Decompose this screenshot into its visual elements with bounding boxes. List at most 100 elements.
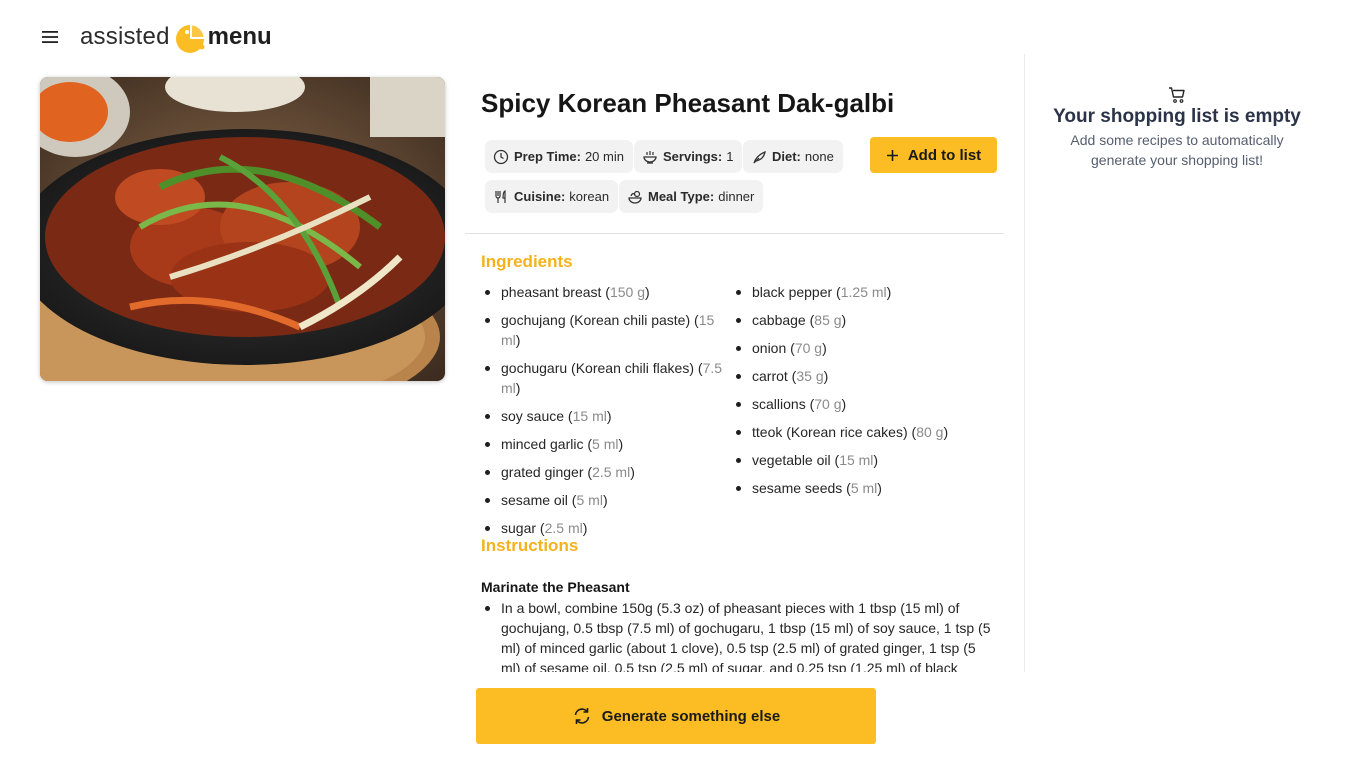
ingredient-item: soy sauce (15 ml) xyxy=(481,406,735,426)
ingredient-item: sugar (2.5 ml) xyxy=(481,518,735,538)
ingredient-amount: 80 g xyxy=(916,424,944,440)
chip-meal-type: Meal Type: dinner xyxy=(619,180,764,213)
ingredient-name: cabbage xyxy=(752,312,806,328)
ingredient-amount-close: ) xyxy=(823,368,829,384)
shopping-list-panel: Your shopping list is empty Add some rec… xyxy=(1026,86,1328,170)
chip-prep-time: Prep Time: 20 min xyxy=(485,140,633,173)
ingredient-name: tteok (Korean rice cakes) xyxy=(752,424,908,440)
plus-icon xyxy=(886,149,898,161)
ingredient-amount-close: ) xyxy=(630,464,635,480)
shopping-empty-subtitle: Add some recipes to automatically genera… xyxy=(1070,132,1284,168)
ingredients-list-1: pheasant breast (150 g) gochujang (Korean… xyxy=(481,282,735,546)
chip-cuisine: Cuisine: korean xyxy=(485,180,619,213)
ingredient-amount-close: ) xyxy=(515,332,521,348)
ingredient-amount-open: ( xyxy=(805,396,815,412)
ingredient-amount-close: ) xyxy=(515,380,521,396)
add-to-list-label: Add to list xyxy=(907,146,982,164)
ingredient-amount: 15 ml xyxy=(572,408,607,424)
ingredient-amount: 5 ml xyxy=(592,436,619,452)
ingredient-item: tteok (Korean rice cakes) (80 g) xyxy=(732,422,992,442)
ingredient-amount-open: ( xyxy=(601,284,610,300)
chip-servings-label: Servings: xyxy=(663,149,723,164)
ingredient-amount-open: ( xyxy=(690,312,699,328)
ingredient-amount-close: ) xyxy=(873,452,879,468)
chip-prep-label: Prep Time: xyxy=(514,149,581,164)
ingredient-amount: 1.25 ml xyxy=(840,284,887,300)
ingredient-amount-close: ) xyxy=(606,408,612,424)
ingredient-name: sugar xyxy=(501,520,537,536)
ingredient-amount-close: ) xyxy=(886,284,892,300)
ingredient-amount-open: ( xyxy=(694,360,703,376)
step-title: Marinate the Pheasant xyxy=(481,579,630,595)
chip-diet-label: Diet: xyxy=(772,149,801,164)
ingredient-item: gochujang (Korean chili paste) (15 ml) xyxy=(481,310,735,350)
ingredient-amount-close: ) xyxy=(841,312,847,328)
ingredients-list-2: black pepper (1.25 ml) cabbage (85 g) onio… xyxy=(732,282,992,506)
generate-something-else-button[interactable]: Generate something else xyxy=(476,688,876,744)
ingredient-item: sesame seeds (5 ml) xyxy=(732,478,992,498)
ingredient-name: black pepper xyxy=(752,284,833,300)
instructions-heading: Instructions xyxy=(481,536,579,555)
ingredient-amount: 70 g xyxy=(794,340,823,356)
ingredient-amount-open: ( xyxy=(786,340,795,356)
meal-icon xyxy=(628,190,642,204)
sidebar-divider xyxy=(1024,54,1025,672)
ingredient-name: minced garlic xyxy=(501,436,584,452)
ingredient-item: gochugaru (Korean chili flakes) (7.5 ml) xyxy=(481,358,735,398)
ingredient-amount: 85 g xyxy=(814,312,842,328)
ingredient-amount-close: ) xyxy=(841,396,847,412)
chip-cuisine-label: Cuisine: xyxy=(514,189,566,204)
logo-mark-icon xyxy=(175,25,205,53)
ingredient-item: minced garlic (5 ml) xyxy=(481,434,735,454)
ingredient-item: black pepper (1.25 ml) xyxy=(732,282,992,302)
chip-diet-value: none xyxy=(804,149,834,164)
header: assisted menu xyxy=(0,0,1352,72)
recipe-details: Spicy Korean Pheasant Dak-galbi Prep Tim… xyxy=(465,76,1005,672)
ingredient-amount-open: ( xyxy=(536,520,545,536)
ingredient-item: grated ginger (2.5 ml) xyxy=(481,462,735,482)
ingredient-name: scallions xyxy=(752,396,806,412)
ingredient-item: scallions (70 g) xyxy=(732,394,992,414)
ingredient-amount: 2.5 ml xyxy=(592,464,631,480)
leaf-icon xyxy=(753,150,766,163)
ingredient-amount: 35 g xyxy=(796,368,824,384)
clock-icon xyxy=(493,149,509,164)
logo[interactable]: assisted menu xyxy=(80,20,272,54)
cart-icon xyxy=(1169,87,1185,103)
ingredient-name: soy sauce xyxy=(501,408,565,424)
ingredient-amount-open: ( xyxy=(842,480,851,496)
ingredient-amount: 2.5 ml xyxy=(544,520,583,536)
shopping-empty-title: Your shopping list is empty xyxy=(1053,106,1301,127)
add-to-list-button[interactable]: Add to list xyxy=(870,137,997,173)
ingredient-amount-close: ) xyxy=(943,424,949,440)
logo-text-menu: menu xyxy=(207,23,272,50)
ingredient-amount: 5 ml xyxy=(576,492,603,508)
ingredient-name: sesame seeds xyxy=(752,480,843,496)
ingredient-name: grated ginger xyxy=(501,464,584,480)
ingredient-item: vegetable oil (15 ml) xyxy=(732,450,992,470)
ingredient-name: carrot xyxy=(752,368,788,384)
ingredient-amount-open: ( xyxy=(583,464,593,480)
recipe-title: Spicy Korean Pheasant Dak-galbi xyxy=(481,88,895,118)
divider xyxy=(465,233,1004,234)
ingredient-amount-open: ( xyxy=(832,284,841,300)
logo-text-assisted: assisted xyxy=(80,23,170,50)
ingredient-amount-open: ( xyxy=(830,452,840,468)
chip-diet: Diet: none xyxy=(743,140,843,173)
ingredient-amount-close: ) xyxy=(822,340,827,356)
ingredient-amount: 15 ml xyxy=(839,452,874,468)
ingredient-name: vegetable oil xyxy=(752,452,831,468)
ingredient-amount-close: ) xyxy=(582,520,588,536)
step-list: In a bowl, combine 150g (5.3 oz) of phea… xyxy=(481,598,991,672)
hamburger-menu-icon[interactable] xyxy=(36,24,64,50)
ingredient-name: onion xyxy=(752,340,787,356)
chip-cuisine-value: korean xyxy=(569,189,610,204)
chip-servings: Servings: 1 xyxy=(634,140,743,173)
ingredient-amount-close: ) xyxy=(877,480,882,496)
refresh-icon xyxy=(574,708,590,724)
ingredient-item: pheasant breast (150 g) xyxy=(481,282,735,302)
fork-knife-icon xyxy=(495,189,506,203)
ingredient-item: carrot (35 g) xyxy=(732,366,992,386)
chip-meal-value: dinner xyxy=(718,189,755,204)
generate-label: Generate something else xyxy=(601,707,781,725)
